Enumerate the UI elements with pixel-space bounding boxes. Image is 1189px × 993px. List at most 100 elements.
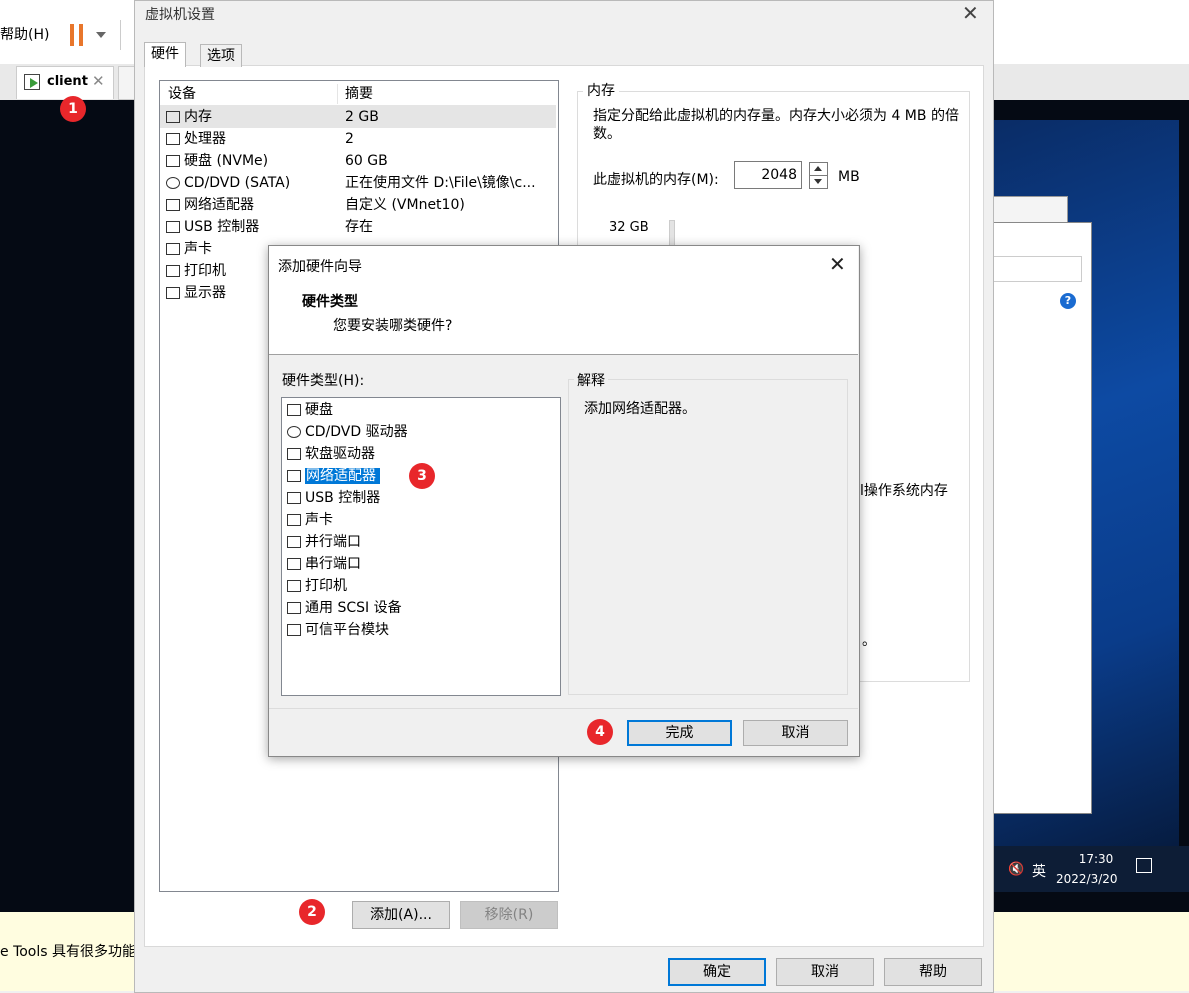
tray-time: 17:30 (1078, 852, 1114, 866)
guest-window-back (990, 196, 1068, 224)
device-summary: 60 GB (345, 153, 388, 169)
device-summary: 正在使用文件 D:\File\镜像\c... (345, 175, 536, 191)
column-header-summary[interactable]: 摘要 (345, 83, 373, 105)
hw-item-label: 声卡 (305, 512, 333, 528)
hw-item-tpm[interactable]: 可信平台模块 (287, 619, 389, 641)
spin-up-icon[interactable] (814, 166, 822, 171)
device-name: CD/DVD (SATA) (184, 175, 291, 191)
column-divider[interactable] (337, 84, 338, 104)
hw-item-network[interactable]: 网络适配器 (287, 465, 380, 487)
wizard-title: 添加硬件向导 (278, 259, 362, 275)
hardware-type-label: 硬件类型(H): (282, 373, 365, 389)
hw-item-label: 软盘驱动器 (305, 446, 375, 462)
wizard-heading: 硬件类型 (302, 294, 358, 310)
guest-explorer-window (990, 222, 1092, 814)
cancel-button[interactable]: 取消 (776, 958, 874, 986)
hw-item-label: 打印机 (305, 578, 347, 594)
notification-icon (1136, 858, 1152, 873)
hw-item-cd-dvd[interactable]: CD/DVD 驱动器 (287, 421, 408, 443)
memory-description: 指定分配给此虚拟机的内存量。内存大小必须为 4 MB 的倍数。 (593, 108, 959, 142)
hw-item-printer[interactable]: 打印机 (287, 575, 347, 597)
close-icon[interactable]: ✕ (92, 72, 105, 90)
sound-icon (287, 514, 301, 526)
serial-port-icon (287, 558, 301, 570)
dialog-title: 虚拟机设置 (145, 7, 215, 23)
ok-button[interactable]: 确定 (668, 958, 766, 986)
ime-indicator: 英 (1032, 864, 1046, 880)
cpu-icon (166, 133, 180, 145)
device-row-memory[interactable]: 内存 (166, 106, 212, 128)
step-badge-2: 2 (299, 899, 325, 925)
memory-input[interactable]: 2048 (734, 161, 802, 189)
close-icon[interactable]: ✕ (829, 252, 846, 276)
device-name: 内存 (184, 109, 212, 125)
wizard-footer-divider (269, 708, 858, 709)
device-row-printer[interactable]: 打印机 (166, 260, 226, 282)
tab-client-label: client (47, 74, 88, 89)
tab-hardware[interactable]: 硬件 (144, 42, 186, 67)
hw-item-sound[interactable]: 声卡 (287, 509, 333, 531)
parallel-port-icon (287, 536, 301, 548)
play-icon (30, 78, 38, 88)
scsi-icon (287, 602, 301, 614)
pause-icon[interactable] (70, 24, 74, 46)
monitor-icon (166, 287, 180, 299)
spin-down-icon[interactable] (814, 179, 822, 184)
toolbar-separator (120, 20, 121, 50)
device-name: 打印机 (184, 263, 226, 279)
explanation-group (568, 379, 848, 695)
hw-item-usb[interactable]: USB 控制器 (287, 487, 380, 509)
column-header-device[interactable]: 设备 (168, 83, 196, 105)
memory-unit: MB (838, 169, 860, 185)
device-name: USB 控制器 (184, 219, 260, 235)
device-summary: 2 GB (345, 109, 379, 125)
guest-search-box (990, 256, 1082, 282)
hw-item-parallel-port[interactable]: 并行端口 (287, 531, 361, 553)
device-row-monitor[interactable]: 显示器 (166, 282, 226, 304)
hw-item-harddisk[interactable]: 硬盘 (287, 399, 333, 421)
hw-item-scsi[interactable]: 通用 SCSI 设备 (287, 597, 402, 619)
wizard-cancel-button[interactable]: 取消 (743, 720, 848, 746)
help-icon: ? (1060, 293, 1076, 309)
hw-item-label: 通用 SCSI 设备 (305, 600, 402, 616)
chevron-down-icon[interactable] (96, 32, 106, 38)
hw-item-floppy[interactable]: 软盘驱动器 (287, 443, 375, 465)
device-row-harddisk[interactable]: 硬盘 (NVMe) (166, 150, 268, 172)
sound-icon (166, 243, 180, 255)
hw-item-label: USB 控制器 (305, 490, 381, 506)
device-summary: 2 (345, 131, 354, 147)
device-row-network[interactable]: 网络适配器 (166, 194, 254, 216)
device-row-cd-dvd[interactable]: CD/DVD (SATA) (166, 172, 290, 194)
usb-icon (166, 221, 180, 233)
help-button[interactable]: 帮助 (884, 958, 982, 986)
cd-icon (166, 177, 180, 189)
close-icon[interactable]: ✕ (962, 1, 979, 25)
device-name: 网络适配器 (184, 197, 254, 213)
device-summary: 存在 (345, 219, 373, 235)
memory-icon (166, 111, 180, 123)
add-hardware-button[interactable]: 添加(A)... (352, 901, 450, 929)
device-row-cpu[interactable]: 处理器 (166, 128, 226, 150)
slider-tick-label: 32 GB (609, 220, 649, 235)
tab-options[interactable]: 选项 (200, 44, 242, 67)
usb-icon (287, 492, 301, 504)
wizard-subheading: 您要安装哪类硬件? (333, 318, 453, 334)
hw-item-label: CD/DVD 驱动器 (305, 424, 408, 440)
spinner-divider (809, 175, 828, 176)
step-badge-3: 3 (409, 463, 435, 489)
printer-icon (166, 265, 180, 277)
finish-button[interactable]: 完成 (627, 720, 732, 746)
device-row-sound[interactable]: 声卡 (166, 238, 212, 260)
explanation-label: 解释 (574, 370, 608, 390)
host-menu-help[interactable]: 帮助(H) (0, 24, 49, 44)
device-name: 显示器 (184, 285, 226, 301)
hw-item-label-selected: 网络适配器 (305, 468, 380, 484)
hw-item-serial-port[interactable]: 串行端口 (287, 553, 361, 575)
hw-item-label: 并行端口 (305, 534, 361, 550)
network-icon (287, 470, 301, 482)
volume-muted-icon: 🔇 (1008, 862, 1025, 877)
remove-hardware-button[interactable]: 移除(R) (460, 901, 558, 929)
memory-note-partial: l操作系统内存 (860, 483, 948, 499)
tray-date: 2022/3/20 (1056, 872, 1118, 886)
device-row-usb[interactable]: USB 控制器 (166, 216, 259, 238)
